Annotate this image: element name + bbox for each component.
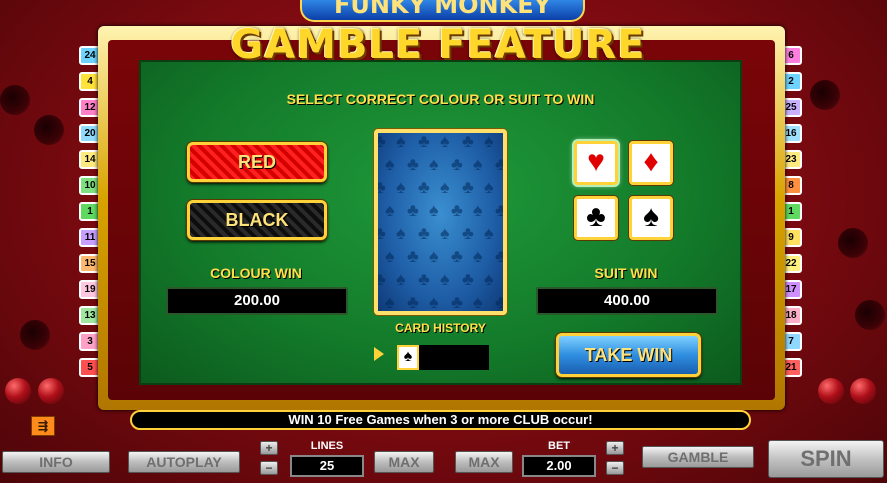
bet-plus-button[interactable]: + — [606, 441, 624, 455]
card-pattern-icon: ♠ — [429, 292, 439, 312]
card-pattern-icon: ♣ — [462, 131, 474, 151]
spades-button[interactable]: ♠ — [629, 196, 673, 240]
card-pattern-icon: ♠ — [396, 177, 406, 197]
card-pattern-icon: ♠ — [396, 269, 406, 289]
card-pattern-icon: ♣ — [495, 292, 507, 312]
card-pattern-icon: ♣ — [495, 246, 507, 266]
card-pattern-icon: ♠ — [429, 246, 439, 266]
card-pattern-icon: ♠ — [473, 246, 483, 266]
info-message: WIN 10 Free Games when 3 or more CLUB oc… — [130, 410, 751, 430]
background-hole — [34, 115, 64, 145]
bet-value: 2.00 — [522, 455, 596, 477]
diamonds-button[interactable]: ♦ — [629, 141, 673, 185]
bet-label: BET — [548, 440, 570, 452]
card-pattern-icon: ♠ — [396, 131, 406, 151]
page-title: GAMBLE FEATURE — [230, 22, 646, 68]
card-pattern-icon: ♣ — [418, 223, 430, 243]
autoplay-button[interactable]: AUTOPLAY — [128, 451, 240, 473]
spin-button[interactable]: SPIN — [768, 440, 884, 478]
bet-minus-button[interactable]: − — [606, 461, 624, 475]
card-pattern-icon: ♣ — [418, 269, 430, 289]
card-pattern-icon: ♠ — [440, 269, 450, 289]
card-pattern-icon: ♣ — [451, 292, 463, 312]
lines-value: 25 — [290, 455, 364, 477]
suit-win-value: 400.00 — [536, 287, 718, 315]
background-hole — [810, 80, 840, 110]
card-pattern-icon: ♠ — [440, 131, 450, 151]
game-logo: FUNKY MONKEYTM — [300, 0, 585, 22]
background-hole — [20, 320, 50, 350]
card-pattern-icon: ♠ — [484, 269, 494, 289]
background-hole — [838, 228, 868, 258]
card-pattern-icon: ♠ — [484, 177, 494, 197]
card-pattern-icon: ♠ — [473, 292, 483, 312]
info-button[interactable]: INFO — [2, 451, 110, 473]
suit-win-label: SUIT WIN — [594, 265, 658, 281]
history-card: ♠ — [397, 345, 419, 370]
card-pattern-icon: ♣ — [374, 177, 386, 197]
background-hole — [855, 300, 885, 330]
card-pattern-icon: ♠ — [429, 200, 439, 220]
card-pattern-icon: ♣ — [374, 223, 386, 243]
card-pattern-icon: ♣ — [407, 200, 419, 220]
card-pattern-icon: ♣ — [407, 154, 419, 174]
gamble-button[interactable]: GAMBLE — [642, 446, 754, 468]
card-pattern-icon: ♠ — [473, 200, 483, 220]
card-pattern-icon: ♣ — [451, 200, 463, 220]
card-pattern-icon: ♠ — [440, 177, 450, 197]
background-hole — [0, 85, 30, 115]
card-pattern-icon: ♣ — [495, 200, 507, 220]
card-pattern-icon: ♠ — [396, 223, 406, 243]
max-bet-button[interactable]: MAX — [455, 451, 513, 473]
card-pattern-icon: ♠ — [385, 246, 395, 266]
take-win-button[interactable]: TAKE WIN — [556, 333, 701, 377]
quickspin-icon[interactable]: ⇶ — [31, 416, 55, 436]
card-pattern-icon: ♠ — [385, 200, 395, 220]
card-pattern-icon: ♣ — [418, 177, 430, 197]
face-down-card: ♣ ♠ ♣ ♠ ♣ ♠ ♠ ♣ ♠ ♣ ♠ ♣ ♣ ♠ ♣ ♠ ♣ ♠ ♠ ♣ ♠ ♣ ♠ ♣ ♣ ♠ ♣ ♠ ♣ ♠ ♠ ♣ ♠ ♣ ♠ ♣ ♣ ♠ ♣ ♠… — [374, 129, 507, 315]
card-pattern-icon: ♠ — [385, 292, 395, 312]
card-pattern-icon: ♠ — [440, 223, 450, 243]
card-pattern-icon: ♠ — [385, 154, 395, 174]
black-button[interactable]: BLACK — [187, 200, 327, 240]
card-pattern-icon: ♣ — [495, 154, 507, 174]
card-pattern-icon: ♣ — [451, 246, 463, 266]
lines-minus-button[interactable]: − — [260, 461, 278, 475]
background-ball — [818, 378, 844, 404]
hearts-button[interactable]: ♥ — [574, 141, 618, 185]
history-arrow-icon — [374, 347, 384, 361]
card-pattern-icon: ♣ — [418, 131, 430, 151]
card-pattern-icon: ♣ — [374, 131, 386, 151]
card-history-label: CARD HISTORY — [395, 321, 486, 335]
background-ball — [38, 378, 64, 404]
lines-plus-button[interactable]: + — [260, 441, 278, 455]
card-pattern-icon: ♠ — [484, 131, 494, 151]
card-pattern-icon: ♣ — [451, 154, 463, 174]
max-lines-button[interactable]: MAX — [374, 451, 434, 473]
card-pattern-icon: ♣ — [407, 246, 419, 266]
card-pattern-icon: ♣ — [374, 269, 386, 289]
lines-label: LINES — [310, 440, 344, 452]
background-ball — [5, 378, 31, 404]
colour-win-value: 200.00 — [166, 287, 348, 315]
card-pattern-icon: ♠ — [484, 223, 494, 243]
card-pattern-icon: ♣ — [407, 292, 419, 312]
red-button[interactable]: RED — [187, 142, 327, 182]
card-pattern-icon: ♣ — [462, 223, 474, 243]
card-pattern-icon: ♠ — [473, 154, 483, 174]
colour-win-label: COLOUR WIN — [210, 265, 302, 281]
card-pattern-icon: ♠ — [429, 154, 439, 174]
clubs-button[interactable]: ♣ — [574, 196, 618, 240]
card-pattern-icon: ♣ — [462, 177, 474, 197]
card-pattern-icon: ♣ — [462, 269, 474, 289]
instruction-text: SELECT CORRECT COLOUR OR SUIT TO WIN — [286, 91, 595, 107]
background-ball — [850, 378, 876, 404]
